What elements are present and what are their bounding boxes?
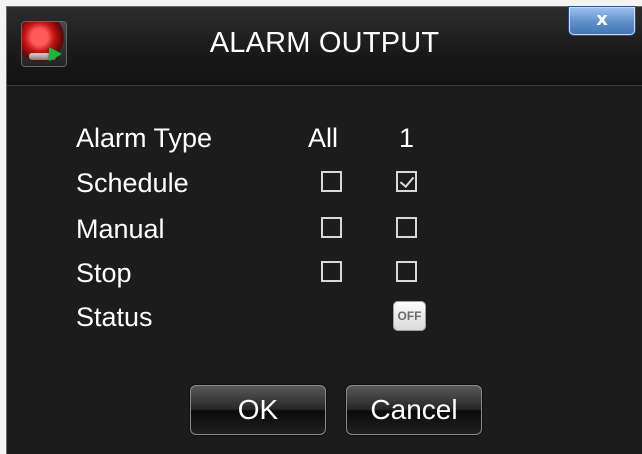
schedule-label: Schedule (76, 168, 189, 198)
all-column-header: All (308, 123, 339, 153)
status-label: Status (76, 302, 153, 332)
close-icon: x (596, 9, 608, 30)
stop-all-checkbox[interactable] (321, 261, 342, 282)
manual-label: Manual (76, 214, 165, 244)
cancel-button[interactable]: Cancel (346, 385, 482, 435)
channel-1-column-header: 1 (399, 123, 415, 153)
title-bar: ALARM OUTPUT x (7, 7, 642, 86)
stop-channel-1-checkbox[interactable] (396, 261, 417, 282)
alarm-output-window: ALARM OUTPUT x Alarm Type All 1 Schedule… (6, 6, 642, 454)
window-title: ALARM OUTPUT (209, 27, 440, 59)
schedule-all-checkbox[interactable] (321, 171, 342, 192)
manual-channel-1-checkbox[interactable] (396, 217, 417, 238)
schedule-channel-1-checkbox[interactable] (396, 171, 417, 192)
manual-all-checkbox[interactable] (321, 217, 342, 238)
stop-label: Stop (76, 258, 132, 288)
alarm-type-header: Alarm Type (76, 123, 213, 153)
close-button[interactable]: x (569, 7, 635, 35)
status-off-toggle[interactable]: OFF (393, 301, 426, 331)
ok-button[interactable]: OK (190, 385, 326, 435)
